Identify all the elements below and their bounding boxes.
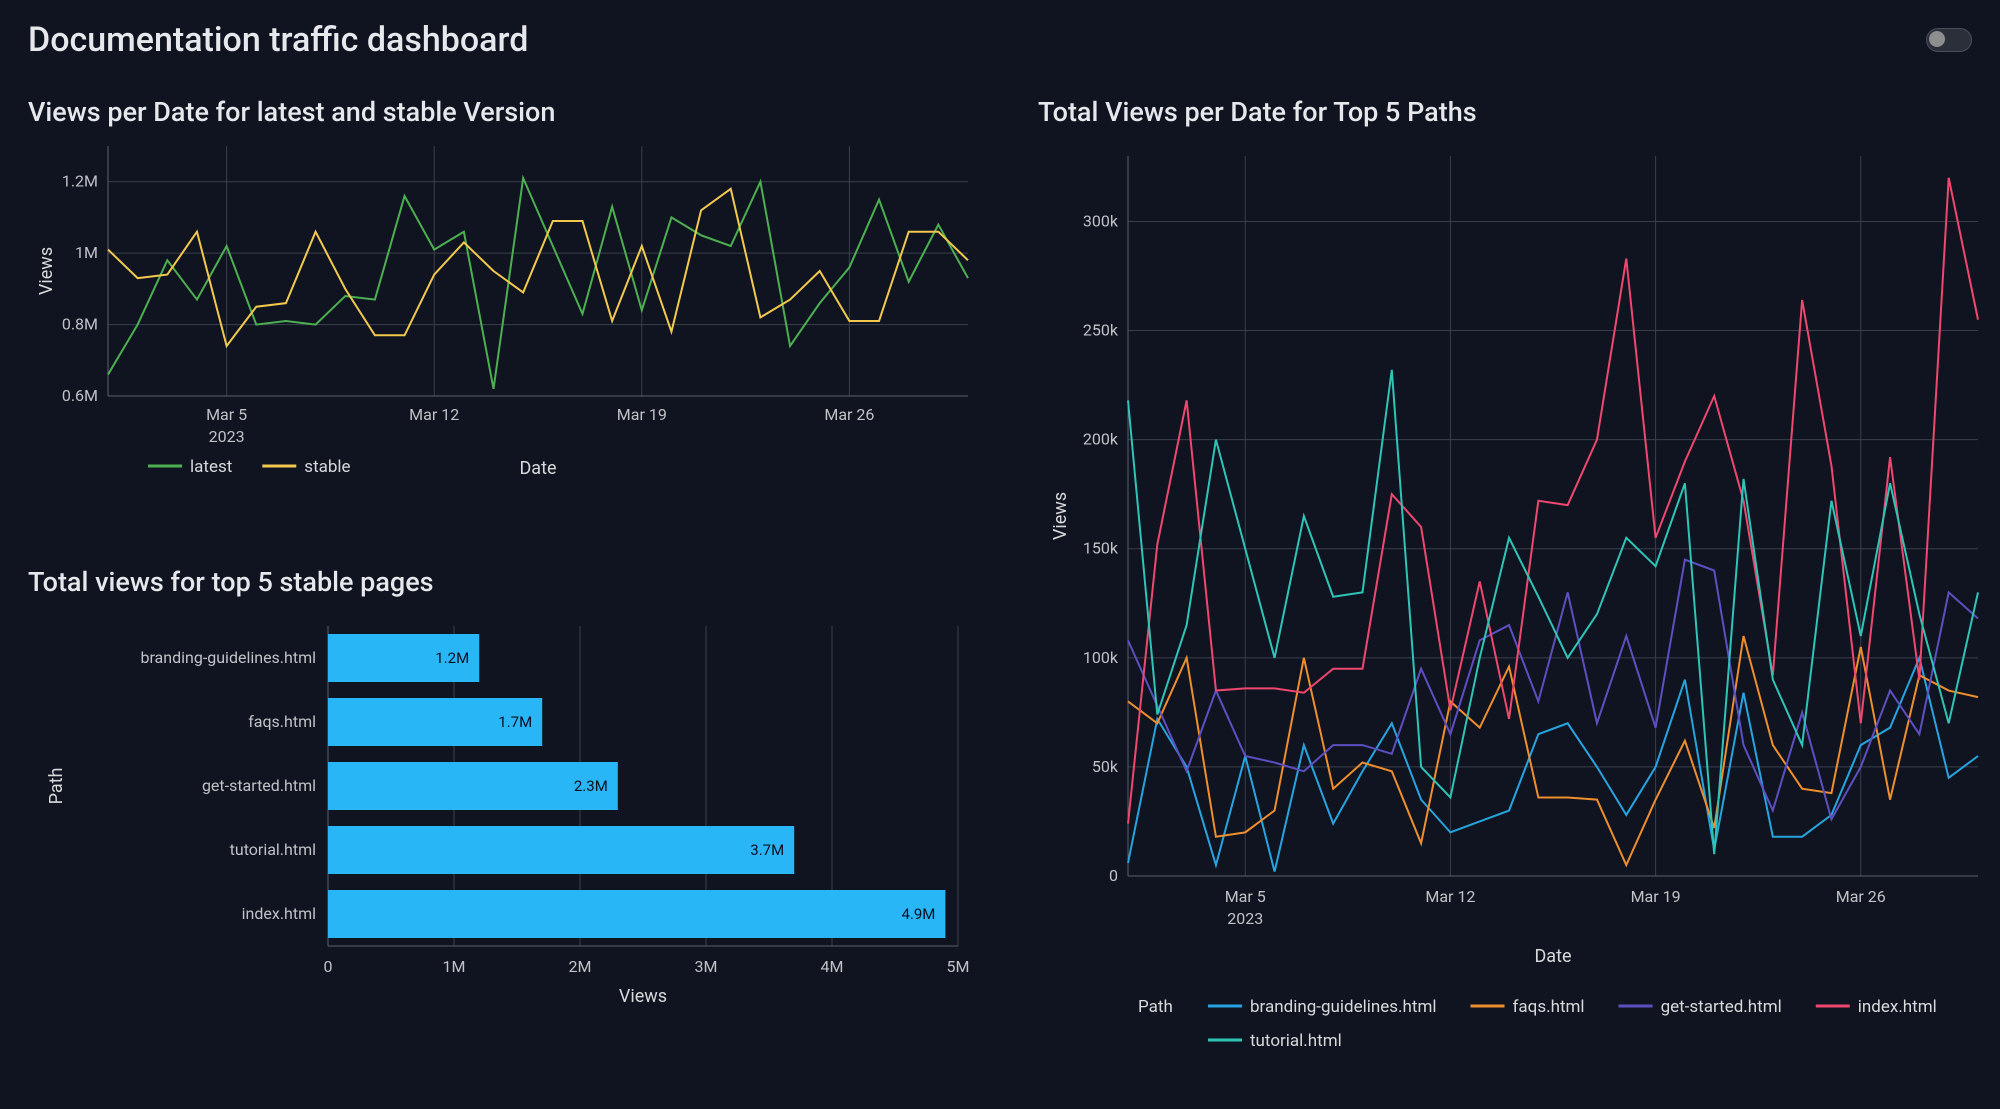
x-axis-label: Date — [1534, 946, 1571, 967]
x-axis-label: Date — [519, 458, 556, 479]
svg-text:50k: 50k — [1092, 757, 1119, 776]
svg-text:0.6M: 0.6M — [62, 386, 98, 405]
legend-item[interactable]: index.html — [1858, 997, 1937, 1017]
svg-text:Mar 12: Mar 12 — [1425, 887, 1475, 906]
bar-value-label: 2.3M — [574, 777, 608, 795]
svg-text:Mar 5: Mar 5 — [206, 405, 247, 424]
svg-text:2023: 2023 — [1227, 909, 1263, 928]
svg-text:250k: 250k — [1083, 321, 1119, 340]
svg-text:Mar 26: Mar 26 — [824, 405, 874, 424]
chart-versions[interactable]: 0.6M 0.8M 1M 1.2M Mar 5 Mar 12 Mar 19 Mar 26 202… — [28, 136, 988, 536]
bar-category-label: branding-guidelines.html — [140, 648, 316, 667]
dashboard-grid: Views per Date for latest and stable Ver… — [28, 96, 1972, 1066]
bar[interactable] — [328, 890, 945, 938]
svg-text:5M: 5M — [947, 957, 970, 976]
svg-text:Mar 19: Mar 19 — [1631, 887, 1681, 906]
svg-text:1.2M: 1.2M — [62, 172, 98, 191]
svg-text:Mar 12: Mar 12 — [409, 405, 459, 424]
svg-text:150k: 150k — [1083, 539, 1119, 558]
svg-text:1M: 1M — [75, 243, 98, 262]
svg-text:Mar 19: Mar 19 — [617, 405, 667, 424]
bar-category-label: get-started.html — [202, 776, 316, 795]
chart-title-paths: Total Views per Date for Top 5 Paths — [1038, 96, 1998, 128]
chart-title-versions: Views per Date for latest and stable Ver… — [28, 96, 1018, 128]
svg-text:0: 0 — [324, 957, 333, 976]
svg-text:Mar 26: Mar 26 — [1836, 887, 1886, 906]
page-title: Documentation traffic dashboard — [28, 20, 528, 60]
dashboard-header: Documentation traffic dashboard — [28, 20, 1972, 60]
svg-text:Mar 5: Mar 5 — [1225, 887, 1266, 906]
series-branding-guidelines.html[interactable] — [1128, 658, 1978, 872]
legend-item[interactable]: branding-guidelines.html — [1250, 997, 1437, 1017]
panel-top5-paths: Total Views per Date for Top 5 Paths 0 50… — [1038, 96, 1998, 1066]
panel-top5-bars: Total views for top 5 stable pages 0 1M 2M… — [28, 566, 1018, 1066]
bar-value-label: 1.7M — [498, 713, 532, 731]
svg-text:4M: 4M — [821, 957, 844, 976]
series-faqs.html[interactable] — [1128, 636, 1978, 865]
y-axis-label: Views — [1050, 492, 1071, 540]
theme-toggle[interactable] — [1926, 28, 1972, 52]
y-axis-label: Views — [36, 247, 57, 295]
series-index.html[interactable] — [1128, 178, 1978, 824]
bar[interactable] — [328, 826, 794, 874]
svg-text:0: 0 — [1109, 866, 1118, 885]
x-axis-label: Views — [619, 986, 667, 1007]
svg-text:200k: 200k — [1083, 430, 1119, 449]
legend-title: Path — [1138, 997, 1173, 1017]
y-axis-label: Path — [46, 768, 67, 805]
svg-text:2M: 2M — [569, 957, 592, 976]
legend-item[interactable]: latest — [190, 457, 232, 477]
series-get-started.html[interactable] — [1128, 560, 1978, 820]
bar-value-label: 4.9M — [901, 905, 935, 923]
legend-item[interactable]: get-started.html — [1661, 997, 1782, 1017]
series-tutorial.html[interactable] — [1128, 370, 1978, 854]
legend-item[interactable]: stable — [304, 457, 350, 477]
series-latest[interactable] — [108, 178, 968, 389]
svg-text:300k: 300k — [1083, 211, 1119, 230]
legend-item[interactable]: tutorial.html — [1250, 1031, 1342, 1051]
svg-text:0.8M: 0.8M — [62, 315, 98, 334]
panel-versions: Views per Date for latest and stable Ver… — [28, 96, 1018, 536]
bar-category-label: index.html — [242, 904, 316, 923]
bar-value-label: 3.7M — [750, 841, 784, 859]
bar-category-label: faqs.html — [248, 712, 316, 731]
bar-value-label: 1.2M — [435, 649, 469, 667]
chart-top5-bars[interactable]: 0 1M 2M 3M 4M 5M branding-guidelines.html 1.2M f… — [28, 606, 988, 1036]
legend-item[interactable]: faqs.html — [1513, 997, 1585, 1017]
chart-title-bars: Total views for top 5 stable pages — [28, 566, 1018, 598]
svg-text:3M: 3M — [695, 957, 718, 976]
bar-category-label: tutorial.html — [230, 840, 316, 859]
chart-top5-paths[interactable]: 0 50k 100k 150k 200k 250k 300k Mar 5 Mar 12 Mar 1… — [1038, 136, 1998, 1056]
svg-text:1M: 1M — [443, 957, 466, 976]
svg-text:100k: 100k — [1083, 648, 1119, 667]
svg-text:2023: 2023 — [209, 427, 245, 446]
